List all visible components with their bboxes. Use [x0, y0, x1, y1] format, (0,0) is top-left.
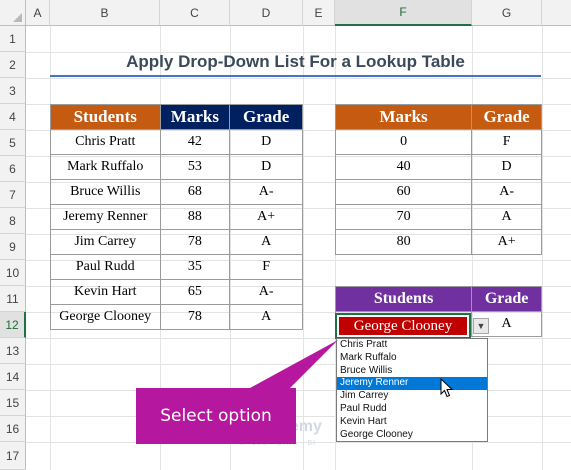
- callout-label: Select option: [160, 406, 272, 426]
